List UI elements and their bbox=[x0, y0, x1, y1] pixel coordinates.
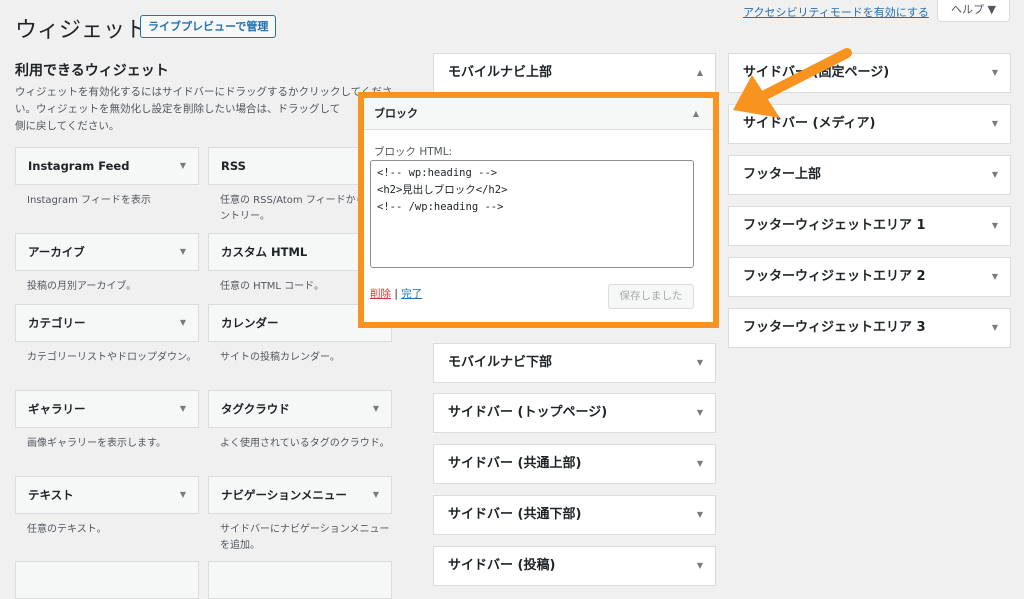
orange-arrow-icon bbox=[733, 48, 852, 118]
